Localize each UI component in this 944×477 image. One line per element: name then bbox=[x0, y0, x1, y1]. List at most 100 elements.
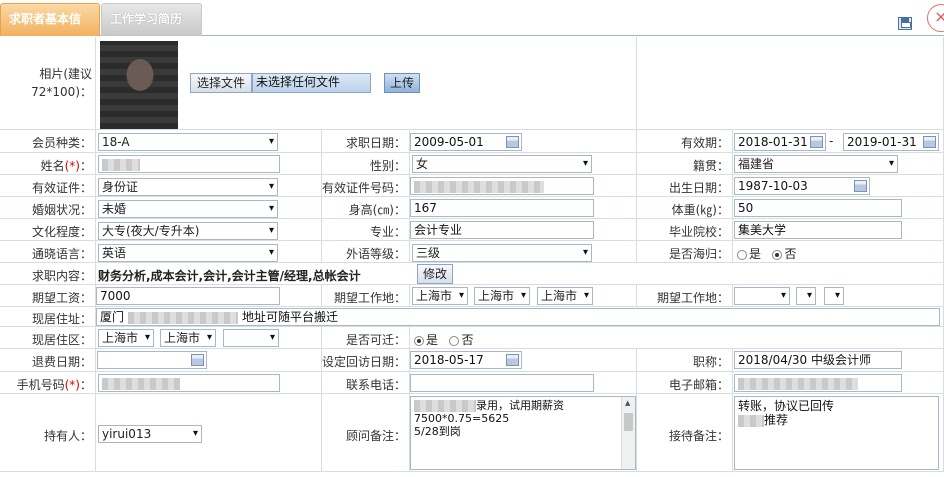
reception-note-line-1: 转账，协议已回传 bbox=[738, 399, 835, 413]
height-input[interactable]: 167 bbox=[410, 199, 594, 217]
expect-city2-select-1[interactable] bbox=[734, 287, 790, 305]
email-input[interactable] bbox=[734, 374, 902, 392]
member-type-label: 会员种类： bbox=[31, 136, 92, 150]
apply-date-input[interactable]: 2009-05-01 bbox=[410, 133, 522, 151]
advisor-note-label: 顾问备注： bbox=[345, 429, 406, 443]
expect-city2-select-3[interactable] bbox=[824, 287, 844, 305]
residence-city-select-3[interactable] bbox=[223, 329, 279, 347]
tab-resume[interactable]: 工作学习简历 bbox=[101, 3, 202, 36]
id-type-select[interactable]: 身份证 bbox=[98, 178, 278, 196]
id-no-input[interactable] bbox=[410, 177, 594, 195]
overseas-no-label: 否 bbox=[784, 247, 797, 261]
marital-label: 婚姻状况： bbox=[31, 203, 92, 217]
expect-city2-select-2[interactable] bbox=[796, 287, 816, 305]
calendar-icon[interactable] bbox=[854, 180, 867, 192]
calendar-icon[interactable] bbox=[191, 354, 204, 366]
tab-basic-info[interactable]: 求职者基本信息 bbox=[0, 3, 100, 56]
save-icon[interactable] bbox=[898, 17, 912, 30]
weight-input[interactable]: 50 bbox=[734, 199, 902, 217]
birth-input[interactable]: 1987-10-03 bbox=[734, 177, 870, 195]
required-mark: (*) bbox=[64, 378, 80, 392]
redacted-text bbox=[102, 377, 180, 390]
refund-label: 退费日期： bbox=[31, 355, 92, 369]
calendar-icon[interactable] bbox=[506, 136, 519, 148]
education-select[interactable]: 大专(夜大/专升本) bbox=[98, 222, 278, 240]
school-label: 毕业院校： bbox=[668, 225, 729, 239]
expect-city-select-2[interactable]: 上海市 bbox=[474, 287, 530, 305]
member-type-select[interactable]: 18-A bbox=[98, 133, 278, 151]
refund-date-input[interactable] bbox=[97, 351, 207, 369]
required-mark: (*) bbox=[64, 159, 80, 173]
overseas-no-radio[interactable] bbox=[772, 249, 783, 260]
address-prefix: 厦门 bbox=[100, 310, 125, 324]
language-label: 通晓语言： bbox=[31, 247, 92, 261]
relocate-label: 是否可迁： bbox=[345, 333, 406, 347]
expect-city-select-1[interactable]: 上海市 bbox=[412, 287, 468, 305]
salary-label: 期望工资： bbox=[31, 291, 92, 305]
relocate-yes-label: 是 bbox=[426, 333, 439, 347]
expect-city-select-3[interactable]: 上海市 bbox=[537, 287, 593, 305]
advisor-note-line-2: 7500*0.75=5625 bbox=[414, 412, 510, 425]
native-label: 籍贯： bbox=[692, 159, 729, 173]
overseas-radio-group: 是 否 bbox=[737, 245, 796, 262]
relocate-yes-radio[interactable] bbox=[414, 335, 424, 346]
gender-select[interactable]: 女 bbox=[412, 155, 592, 173]
candidate-photo bbox=[100, 41, 178, 129]
tab-bar: 求职者基本信息 工作学习简历 × bbox=[0, 0, 944, 56]
advisor-note-textarea[interactable]: 录用，试用期薪资 7500*0.75=5625 5/28到岗 bbox=[410, 396, 636, 470]
phone-input[interactable] bbox=[410, 374, 594, 392]
valid-to-input[interactable]: 2019-01-31 bbox=[843, 133, 939, 151]
mobile-input[interactable] bbox=[98, 374, 280, 392]
overseas-yes-label: 是 bbox=[749, 247, 762, 261]
birth-value: 1987-10-03 bbox=[738, 179, 808, 193]
revisit-label: 设定回访日期： bbox=[322, 355, 407, 369]
calendar-icon[interactable] bbox=[923, 136, 936, 148]
language-select[interactable]: 英语 bbox=[98, 244, 278, 262]
address-label: 现居住址： bbox=[31, 312, 92, 326]
lang-level-select[interactable]: 三级 bbox=[412, 244, 592, 262]
calendar-icon[interactable] bbox=[506, 354, 519, 366]
address-input[interactable]: 厦门 地址可随平台搬迁 bbox=[96, 308, 940, 326]
id-type-label: 有效证件： bbox=[31, 181, 92, 195]
calendar-icon[interactable] bbox=[810, 136, 823, 148]
scrollbar-thumb[interactable] bbox=[624, 413, 633, 431]
mobile-label-text: 手机号码 bbox=[16, 378, 65, 392]
height-label: 身高(㎝)： bbox=[348, 203, 406, 217]
major-input[interactable]: 会计专业 bbox=[410, 221, 594, 239]
advisor-note-line-1: 录用，试用期薪资 bbox=[414, 399, 632, 412]
close-icon[interactable]: × bbox=[927, 4, 944, 32]
residence-city-select-2[interactable]: 上海市 bbox=[160, 329, 216, 347]
mobile-label: 手机号码(*)： bbox=[0, 376, 96, 393]
name-input[interactable] bbox=[98, 155, 280, 173]
upload-button[interactable]: 上传 bbox=[384, 73, 420, 93]
phone-label: 联系电话： bbox=[345, 378, 406, 392]
residence-city-select-1[interactable]: 上海市 bbox=[98, 329, 154, 347]
apply-date-value: 2009-05-01 bbox=[414, 135, 484, 149]
valid-period-label: 有效期： bbox=[680, 136, 729, 150]
weight-label: 体重(㎏)： bbox=[671, 203, 729, 217]
valid-to-value: 2019-01-31 bbox=[847, 135, 917, 149]
valid-from-value: 2018-01-31 bbox=[738, 135, 808, 149]
grid-cell bbox=[637, 37, 944, 130]
native-select[interactable]: 福建省 bbox=[734, 155, 898, 173]
revisit-value: 2018-05-17 bbox=[414, 353, 484, 367]
title-input[interactable]: 2018/04/30 中级会计师 bbox=[734, 351, 902, 369]
advisor-note-scrollbar[interactable] bbox=[621, 397, 635, 469]
file-status: 未选择任何文件 bbox=[252, 73, 371, 93]
holder-select[interactable]: yirui013 bbox=[98, 425, 202, 443]
salary-input[interactable]: 7000 bbox=[96, 287, 280, 305]
choose-file-button[interactable]: 选择文件 bbox=[190, 73, 252, 93]
name-label: 姓名(*)： bbox=[0, 157, 96, 174]
marital-select[interactable]: 未婚 bbox=[98, 200, 278, 218]
address-suffix: 地址可随平台搬迁 bbox=[242, 310, 339, 324]
redacted-text bbox=[738, 377, 858, 390]
email-label: 电子邮箱： bbox=[668, 378, 729, 392]
school-input[interactable]: 集美大学 bbox=[734, 221, 902, 239]
overseas-yes-radio[interactable] bbox=[737, 249, 747, 260]
valid-from-input[interactable]: 2018-01-31 bbox=[734, 133, 826, 151]
relocate-no-radio[interactable] bbox=[449, 335, 460, 346]
modify-button[interactable]: 修改 bbox=[417, 264, 453, 284]
redacted-text bbox=[414, 400, 476, 412]
revisit-date-input[interactable]: 2018-05-17 bbox=[410, 351, 522, 369]
reception-note-textarea[interactable]: 转账，协议已回传 推荐 bbox=[734, 396, 939, 470]
